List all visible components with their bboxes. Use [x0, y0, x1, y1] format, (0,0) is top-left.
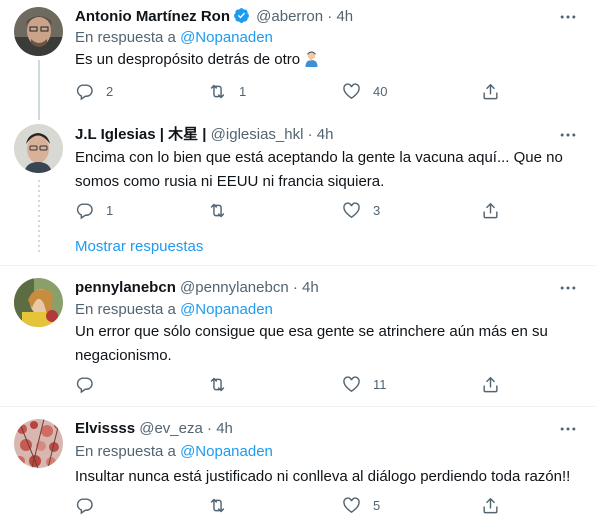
more-icon[interactable]: [558, 419, 578, 439]
avatar-tweet-1[interactable]: [14, 7, 63, 56]
avatar-tweet-3[interactable]: [14, 278, 63, 327]
tweet-1[interactable]: Antonio Martínez Ron @aberron · 4h En re…: [0, 0, 596, 120]
timestamp[interactable]: 4h: [216, 420, 233, 437]
share-icon: [483, 376, 498, 392]
verified-badge-icon: [233, 7, 250, 24]
share-button[interactable]: [481, 372, 500, 396]
like-count: 40: [373, 83, 388, 99]
thread-line: [38, 60, 40, 120]
reply-button[interactable]: [75, 493, 106, 517]
reply-context: En respuesta a @Nopanaden: [75, 442, 273, 462]
reply-button[interactable]: [75, 372, 106, 396]
reply-count: 1: [106, 202, 114, 218]
man-facepalming-emoji: [304, 51, 319, 67]
retweet-button[interactable]: [208, 493, 239, 517]
separator-dot: ·: [327, 8, 333, 25]
reply-count: 2: [106, 83, 114, 99]
tweet-text-content: Es un despropósito detrás de otro: [75, 51, 301, 68]
share-button[interactable]: [481, 198, 500, 222]
tweet-actions: 5: [75, 493, 580, 517]
share-button[interactable]: [481, 493, 500, 517]
display-name[interactable]: pennylanebcn: [75, 279, 176, 296]
retweet-icon: [210, 377, 225, 391]
tweet-text: Un error que sólo consigue que esa gente…: [75, 323, 548, 364]
show-replies-link[interactable]: Mostrar respuestas: [75, 237, 203, 257]
timestamp[interactable]: 4h: [302, 279, 319, 296]
heart-icon: [343, 496, 360, 513]
tweet-2[interactable]: J.L Iglesias | 木星 | @iglesias_hkl · 4h E…: [0, 120, 596, 265]
tweet-actions: 2 1 40: [75, 79, 580, 103]
reply-prefix: En respuesta a: [75, 29, 176, 46]
display-name[interactable]: Elvissss: [75, 420, 135, 437]
reply-icon: [76, 376, 93, 393]
like-count: 5: [373, 497, 381, 513]
more-icon[interactable]: [558, 7, 578, 27]
separator-dot: ·: [292, 279, 298, 296]
share-icon: [483, 83, 498, 99]
retweet-icon: [210, 84, 225, 98]
tweet-actions: 1 3: [75, 198, 580, 222]
tweet-header: Elvissss @ev_eza · 4h: [75, 419, 233, 439]
more-icon[interactable]: [558, 278, 578, 298]
like-count: 3: [373, 202, 381, 218]
more-icon[interactable]: [558, 125, 578, 145]
like-button[interactable]: 40: [342, 79, 387, 103]
separator-dot: ·: [207, 420, 213, 437]
thread-line-dotted: [38, 180, 40, 255]
share-icon: [483, 497, 498, 513]
timestamp[interactable]: 4h: [317, 126, 334, 143]
reply-icon: [76, 83, 93, 100]
like-button[interactable]: 11: [342, 372, 387, 396]
display-name[interactable]: Antonio Martínez Ron: [75, 8, 230, 25]
reply-prefix: En respuesta a: [75, 301, 176, 318]
heart-icon: [343, 82, 360, 99]
heart-icon: [343, 375, 360, 392]
handle[interactable]: @aberron: [256, 8, 323, 25]
reply-context: En respuesta a @Nopanaden: [75, 300, 273, 320]
retweet-icon: [210, 498, 225, 512]
tweet-text: Encima con lo bien que está aceptando la…: [75, 149, 563, 190]
display-name[interactable]: J.L Iglesias | 木星 |: [75, 126, 207, 143]
reply-icon: [76, 202, 93, 219]
share-button[interactable]: [481, 79, 500, 103]
reply-button[interactable]: 2: [75, 79, 113, 103]
handle[interactable]: @ev_eza: [139, 420, 203, 437]
tweet-actions: 11: [75, 372, 580, 396]
reply-context: En respuesta a @Nopanaden: [75, 28, 273, 48]
retweet-button[interactable]: 1: [208, 79, 246, 103]
separator-dot: ·: [307, 126, 313, 143]
avatar-tweet-2[interactable]: [14, 124, 63, 173]
handle[interactable]: @iglesias_hkl: [211, 126, 304, 143]
reply-mention-link[interactable]: @Nopanaden: [180, 301, 273, 318]
retweet-count: 1: [239, 83, 247, 99]
tweet-header: Antonio Martínez Ron @aberron · 4h: [75, 7, 353, 27]
like-button[interactable]: 3: [342, 198, 380, 222]
handle[interactable]: @pennylanebcn: [180, 279, 289, 296]
heart-icon: [343, 201, 360, 218]
retweet-button[interactable]: [208, 372, 239, 396]
retweet-button[interactable]: [208, 198, 239, 222]
tweet-text: Es un despropósito detrás de otro: [75, 48, 580, 72]
avatar-tweet-4[interactable]: [14, 419, 63, 468]
reply-prefix: En respuesta a: [75, 443, 176, 460]
tweet-header: pennylanebcn @pennylanebcn · 4h: [75, 278, 319, 298]
reply-icon: [76, 497, 93, 514]
tweet-4[interactable]: Elvissss @ev_eza · 4h En respuesta a @No…: [0, 407, 596, 524]
reply-mention-link[interactable]: @Nopanaden: [180, 443, 273, 460]
timestamp[interactable]: 4h: [336, 8, 353, 25]
retweet-icon: [210, 203, 225, 217]
tweet-3[interactable]: pennylanebcn @pennylanebcn · 4h En respu…: [0, 266, 596, 406]
tweet-text: Insultar nunca está justificado ni conll…: [75, 468, 571, 485]
reply-button[interactable]: 1: [75, 198, 113, 222]
reply-mention-link[interactable]: @Nopanaden: [180, 29, 273, 46]
like-button[interactable]: 5: [342, 493, 380, 517]
like-count: 11: [373, 376, 387, 392]
tweet-header: J.L Iglesias | 木星 | @iglesias_hkl · 4h: [75, 125, 333, 145]
share-icon: [483, 202, 498, 218]
